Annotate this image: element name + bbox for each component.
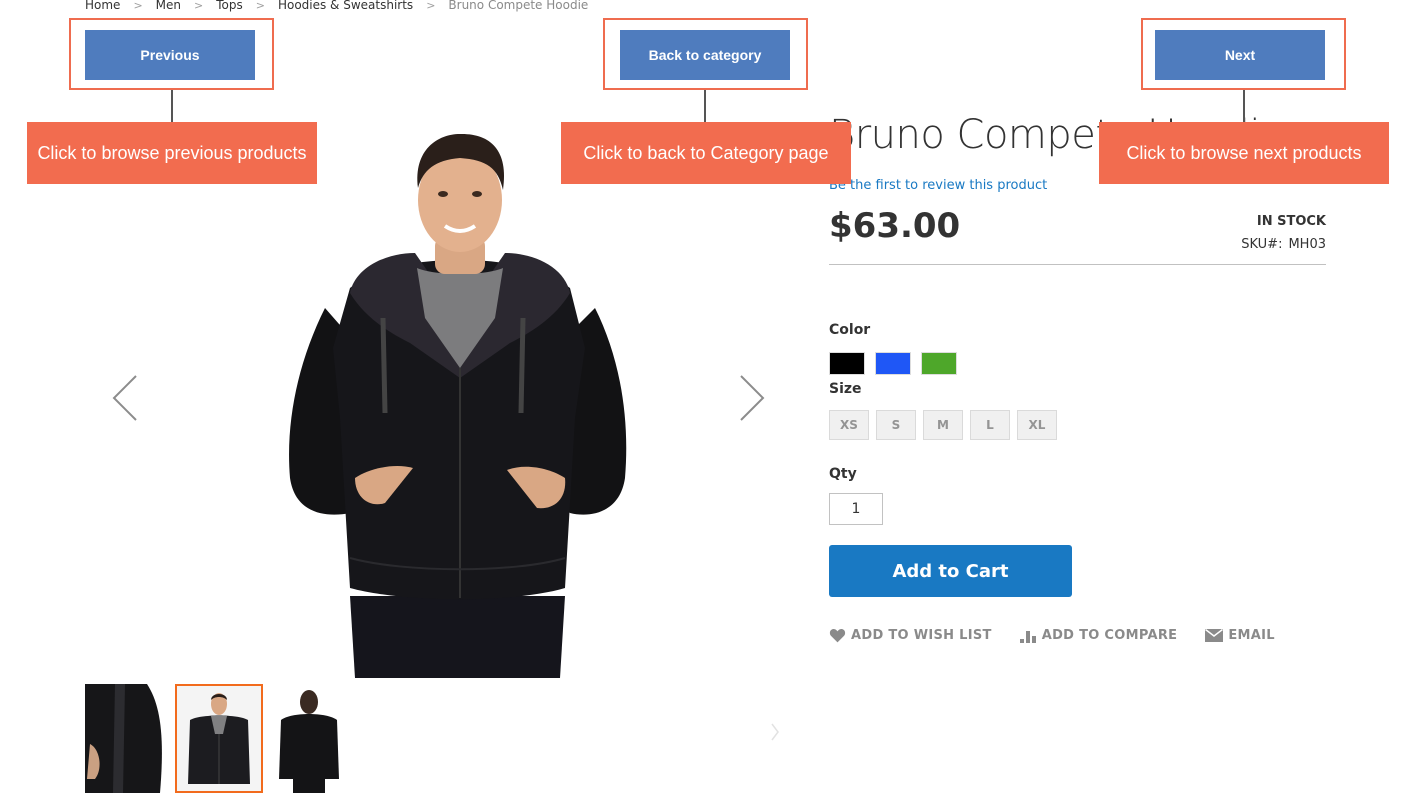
breadcrumb-separator: >: [255, 0, 265, 12]
size-option-l[interactable]: L: [970, 410, 1010, 440]
color-swatches: [829, 352, 957, 375]
email-label: EMAIL: [1228, 628, 1275, 643]
back-to-category-button[interactable]: Back to category: [620, 30, 790, 80]
size-options: XS S M L XL: [829, 410, 1057, 440]
size-option-xl[interactable]: XL: [1017, 410, 1057, 440]
envelope-icon: [1205, 629, 1224, 642]
color-label: Color: [829, 322, 871, 338]
product-price: $63.00: [829, 206, 961, 246]
thumbnail-front[interactable]: [175, 684, 263, 793]
product-sku: SKU#: MH03: [1241, 237, 1326, 252]
email-link[interactable]: EMAIL: [1205, 628, 1275, 643]
chevron-right-icon: [740, 375, 765, 421]
compare-icon: [1019, 630, 1036, 643]
next-connector-line: [1243, 90, 1245, 122]
breadcrumb: Home > Men > Tops > Hoodies & Sweatshirt…: [85, 0, 588, 13]
hoodie-model-image: [289, 133, 627, 678]
add-to-compare-link[interactable]: ADD TO COMPARE: [1019, 628, 1178, 643]
breadcrumb-men[interactable]: Men: [156, 0, 181, 12]
price-divider: [829, 264, 1326, 265]
breadcrumb-hoodies[interactable]: Hoodies & Sweatshirts: [278, 0, 413, 12]
qty-label: Qty: [829, 466, 857, 482]
breadcrumb-current: Bruno Compete Hoodie: [448, 0, 589, 12]
previous-callout: Click to browse previous products: [27, 122, 317, 184]
sku-label: SKU#:: [1241, 237, 1283, 252]
breadcrumb-separator: >: [194, 0, 204, 12]
wishlist-label: ADD TO WISH LIST: [851, 628, 992, 643]
product-actions: ADD TO WISH LIST ADD TO COMPARE EMAIL: [829, 628, 1275, 643]
size-option-m[interactable]: M: [923, 410, 963, 440]
thumbnail-back[interactable]: [265, 684, 353, 793]
sku-value: MH03: [1288, 237, 1326, 252]
size-option-xs[interactable]: XS: [829, 410, 869, 440]
color-swatch-green[interactable]: [921, 352, 957, 375]
gallery-next-button[interactable]: [737, 374, 767, 426]
breadcrumb-separator: >: [426, 0, 436, 12]
next-callout: Click to browse next products: [1099, 122, 1389, 184]
hoodie-detail-image: [85, 684, 173, 793]
qty-input[interactable]: [829, 493, 883, 525]
heart-icon: [829, 629, 846, 643]
thumbnail-strip: [85, 684, 353, 793]
chevron-right-icon: [771, 723, 779, 741]
add-to-wishlist-link[interactable]: ADD TO WISH LIST: [829, 628, 992, 643]
compare-label: ADD TO COMPARE: [1041, 628, 1178, 643]
review-link[interactable]: Be the first to review this product: [829, 178, 1047, 193]
stock-status: IN STOCK: [1256, 214, 1326, 229]
breadcrumb-separator: >: [133, 0, 143, 12]
size-option-s[interactable]: S: [876, 410, 916, 440]
hoodie-back-image: [265, 684, 353, 793]
hoodie-front-image: [188, 693, 250, 784]
breadcrumb-home[interactable]: Home: [85, 0, 120, 12]
thumbnail-detail[interactable]: [85, 684, 173, 793]
color-swatch-black[interactable]: [829, 352, 865, 375]
color-swatch-blue[interactable]: [875, 352, 911, 375]
back-callout: Click to back to Category page: [561, 122, 851, 184]
main-product-image[interactable]: [255, 118, 665, 678]
next-button[interactable]: Next: [1155, 30, 1325, 80]
back-connector-line: [704, 90, 706, 122]
breadcrumb-tops[interactable]: Tops: [216, 0, 243, 12]
chevron-left-icon: [112, 375, 137, 421]
previous-connector-line: [171, 90, 173, 122]
size-label: Size: [829, 381, 862, 397]
gallery-prev-button[interactable]: [110, 374, 140, 426]
previous-button[interactable]: Previous: [85, 30, 255, 80]
add-to-cart-button[interactable]: Add to Cart: [829, 545, 1072, 597]
thumbnail-next-button[interactable]: [770, 722, 780, 746]
